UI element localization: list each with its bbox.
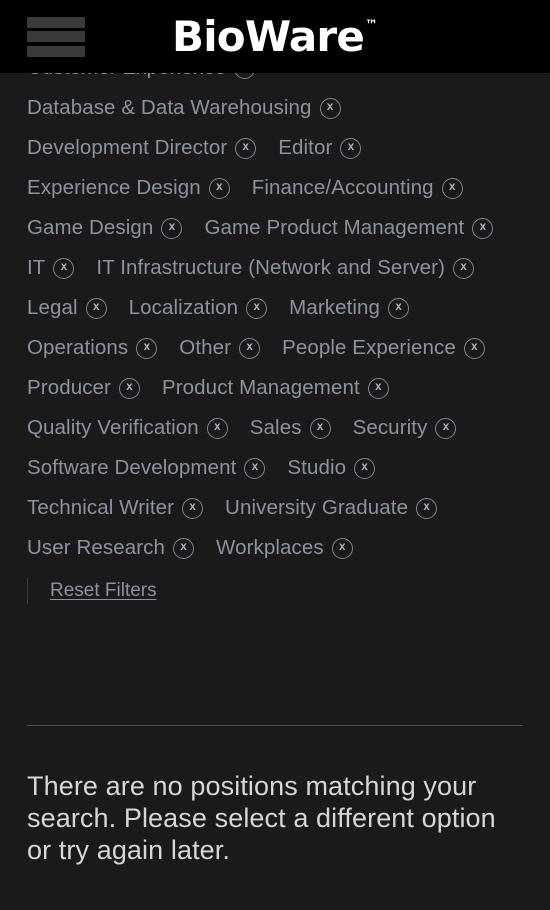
filter-tag-label: Workplaces (216, 536, 324, 559)
filter-tag[interactable]: Product Management x (162, 368, 389, 408)
remove-filter-icon[interactable]: x (309, 417, 331, 439)
brand-name: BioWare (171, 11, 365, 61)
filter-tag-label: Quality Verification (27, 416, 199, 439)
reset-filters-link[interactable]: Reset Filters (50, 580, 157, 602)
remove-filter-icon[interactable]: x (416, 497, 438, 519)
filter-tag[interactable]: Other x (179, 328, 261, 368)
filter-tag-label: Legal (27, 296, 78, 319)
remove-filter-icon[interactable]: x (206, 417, 228, 439)
page-root: Corporate DevelopmentxCustomer Experienc… (0, 0, 550, 910)
filter-tag-label: Technical Writer (27, 496, 175, 519)
filter-tag-label: University Graduate (225, 496, 409, 519)
filter-tag-label: Security (352, 416, 428, 439)
filter-tag-label: Sales (249, 416, 302, 439)
filter-tag-label: Software Development (27, 456, 237, 479)
remove-filter-icon[interactable]: x (463, 337, 485, 359)
remove-filter-icon[interactable]: x (367, 377, 389, 399)
filter-tag[interactable]: Workplaces x (216, 528, 353, 568)
filter-tag-label: Other (179, 336, 232, 359)
remove-filter-icon[interactable]: x (472, 217, 494, 239)
reset-divider (27, 578, 28, 604)
remove-filter-icon[interactable]: x (388, 297, 410, 319)
filter-tag[interactable]: Editor x (278, 128, 362, 168)
hamburger-bar-2 (27, 31, 85, 42)
filter-tag[interactable]: Game Product Management x (204, 208, 494, 248)
filter-tag[interactable]: IT x (27, 248, 75, 288)
filter-tag[interactable]: Legal x (27, 288, 107, 328)
filter-tag-list: Corporate DevelopmentxCustomer Experienc… (27, 8, 523, 568)
remove-filter-icon[interactable]: x (118, 377, 140, 399)
filter-tag-label: People Experience (282, 336, 456, 359)
filter-tag[interactable]: Sales x (250, 408, 331, 448)
remove-filter-icon[interactable]: x (173, 537, 195, 559)
filter-tag[interactable]: User Research x (27, 528, 195, 568)
bioware-logo[interactable]: BioWare ™ (171, 11, 379, 61)
remove-filter-icon[interactable]: x (182, 497, 204, 519)
filter-tag[interactable]: Game Design x (27, 208, 183, 248)
empty-results-message: There are no positions matching your sea… (27, 771, 496, 866)
remove-filter-icon[interactable]: x (354, 457, 376, 479)
remove-filter-icon[interactable]: x (319, 97, 341, 119)
hamburger-menu-icon[interactable] (27, 13, 85, 61)
filter-tag-label: Producer (27, 376, 111, 399)
filter-tag-label: Database & Data Warehousing (27, 96, 312, 119)
hamburger-bar-1 (27, 16, 85, 28)
hamburger-bar-3 (27, 45, 85, 57)
remove-filter-icon[interactable]: x (244, 457, 266, 479)
reset-filters-row: Reset Filters (27, 574, 523, 608)
remove-filter-icon[interactable]: x (331, 537, 353, 559)
filter-tag[interactable]: Operations x (27, 328, 158, 368)
filter-tag-label: Product Management (161, 376, 360, 399)
filter-tag[interactable]: IT Infrastructure (Network and Server) x (96, 248, 475, 288)
remove-filter-icon[interactable]: x (53, 257, 75, 279)
filter-tag[interactable]: Producer x (27, 368, 140, 408)
filter-tag[interactable]: Security x (353, 408, 457, 448)
site-header: BioWare ™ (0, 0, 550, 73)
filter-tag[interactable]: Technical Writer x (27, 488, 204, 528)
filter-tag[interactable]: Marketing x (289, 288, 410, 328)
remove-filter-icon[interactable]: x (239, 337, 261, 359)
remove-filter-icon[interactable]: x (246, 297, 268, 319)
filter-tag-label: Game Product Management (204, 216, 465, 239)
filter-tag-label: Operations (27, 336, 129, 359)
remove-filter-icon[interactable]: x (161, 217, 183, 239)
filter-tag-label: Finance/Accounting (251, 176, 434, 199)
filter-tag[interactable]: Studio x (287, 448, 376, 488)
section-divider (27, 725, 523, 726)
job-filter-panel: Corporate DevelopmentxCustomer Experienc… (0, 0, 550, 608)
remove-filter-icon[interactable]: x (136, 337, 158, 359)
filter-tag-label: Experience Design (27, 176, 201, 199)
filter-tag-label: Development Director (27, 136, 228, 159)
remove-filter-icon[interactable]: x (340, 137, 362, 159)
filter-tag[interactable]: Localization x (128, 288, 268, 328)
filter-tag-label: Game Design (27, 216, 154, 239)
remove-filter-icon[interactable]: x (85, 297, 107, 319)
filter-tag[interactable]: Database & Data Warehousing x (27, 88, 341, 128)
remove-filter-icon[interactable]: x (208, 177, 230, 199)
remove-filter-icon[interactable]: x (235, 137, 257, 159)
filter-tag[interactable]: Software Development x (27, 448, 266, 488)
filter-tag-label: IT (27, 256, 46, 279)
remove-filter-icon[interactable]: x (435, 417, 457, 439)
trademark-icon: ™ (365, 17, 379, 33)
filter-tag[interactable]: Finance/Accounting x (252, 168, 463, 208)
remove-filter-icon[interactable]: x (453, 257, 475, 279)
filter-tag-label: Studio (287, 456, 347, 479)
filter-tag[interactable]: Quality Verification x (27, 408, 228, 448)
filter-tag-label: Localization (128, 296, 239, 319)
filter-tag[interactable]: Experience Design x (27, 168, 230, 208)
filter-tag-label: Marketing (289, 296, 381, 319)
filter-tag[interactable]: University Graduate x (225, 488, 438, 528)
filter-tag[interactable]: People Experience x (282, 328, 485, 368)
filter-tag-label: Editor (278, 136, 333, 159)
filter-tag-label: User Research (27, 536, 166, 559)
remove-filter-icon[interactable]: x (441, 177, 463, 199)
filter-tag[interactable]: Development Director x (27, 128, 257, 168)
filter-tag-label: IT Infrastructure (Network and Server) (96, 256, 446, 279)
